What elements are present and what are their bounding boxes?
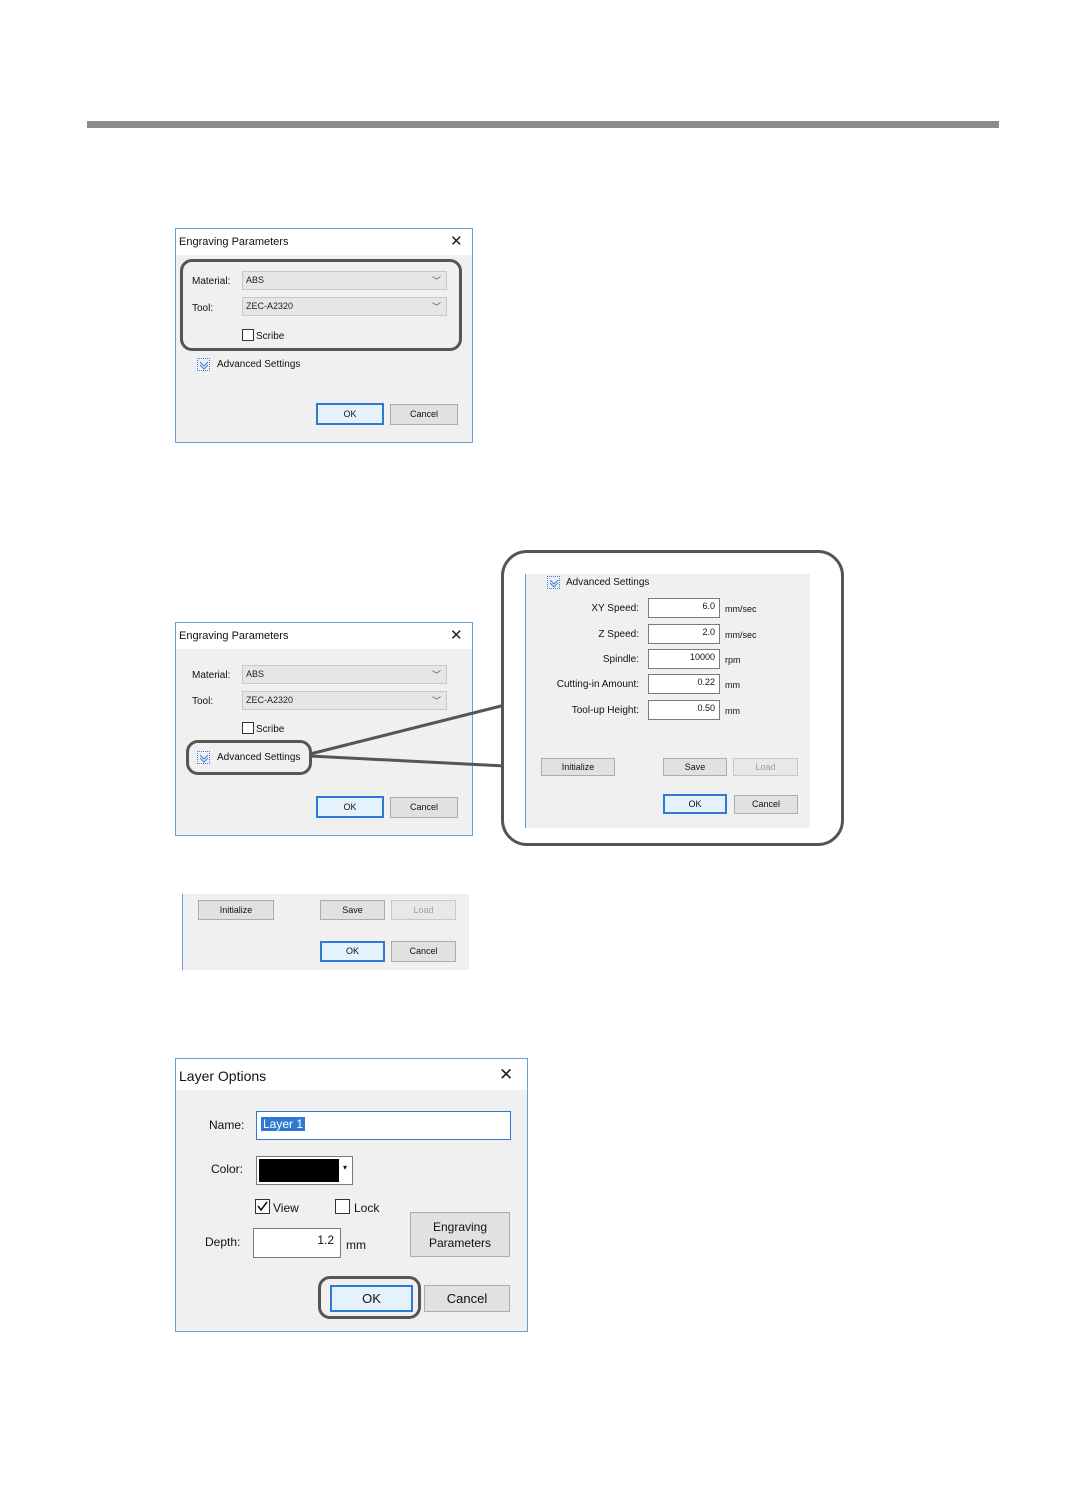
view-label: View [273, 1201, 299, 1215]
z-speed-unit: mm/sec [725, 630, 757, 640]
tool-value: ZEC-A2320 [246, 695, 294, 705]
page-top-rule [87, 121, 999, 128]
ok-button[interactable]: OK [320, 941, 385, 962]
engraving-button-line-1: Engraving [432, 1220, 488, 1234]
xy-speed-unit: mm/sec [725, 604, 757, 614]
cutting-in-amount-label: Cutting-in Amount: [556, 679, 639, 690]
dialog-button-strip: Initialize Save Load OK Cancel [182, 894, 469, 970]
z-speed-input[interactable]: 2.0 [648, 624, 720, 644]
save-button[interactable]: Save [320, 900, 385, 920]
view-checkbox[interactable] [255, 1199, 270, 1214]
ok-button[interactable]: OK [316, 796, 384, 818]
cutting-in-amount-unit: mm [725, 680, 740, 690]
material-select[interactable]: ABS ﹀ [242, 665, 447, 684]
engraving-parameters-button[interactable]: Engraving Parameters [410, 1212, 510, 1257]
cutting-in-amount-input[interactable]: 0.22 [648, 674, 720, 694]
name-label: Name: [209, 1118, 245, 1132]
cancel-button[interactable]: Cancel [424, 1285, 510, 1312]
cancel-button[interactable]: Cancel [390, 404, 458, 425]
advanced-settings-panel: Advanced Settings XY Speed: 6.0 mm/sec Z… [525, 574, 810, 828]
save-button[interactable]: Save [663, 758, 727, 776]
spindle-label: Spindle: [602, 654, 639, 665]
tool-up-height-label: Tool-up Height: [571, 705, 639, 716]
dialog-title: Engraving Parameters [179, 630, 289, 642]
advanced-settings-toggle-icon[interactable] [197, 358, 210, 371]
advanced-settings-toggle-icon[interactable] [547, 576, 560, 589]
material-value: ABS [246, 669, 265, 679]
cancel-button[interactable]: Cancel [734, 795, 798, 814]
load-button[interactable]: Load [733, 758, 798, 776]
material-tool-highlight-frame [180, 259, 462, 351]
close-icon[interactable]: ✕ [499, 1066, 513, 1083]
title-bar: Layer Options ✕ [176, 1059, 527, 1090]
spindle-unit: rpm [725, 655, 741, 665]
depth-label: Depth: [205, 1235, 241, 1249]
lock-checkbox[interactable] [335, 1199, 350, 1214]
lock-label: Lock [354, 1201, 380, 1215]
engraving-button-line-2: Parameters [428, 1236, 492, 1250]
ok-button[interactable]: OK [663, 794, 727, 814]
close-icon[interactable]: ✕ [450, 628, 463, 643]
scribe-checkbox[interactable] [242, 722, 254, 734]
advanced-settings-label[interactable]: Advanced Settings [217, 359, 300, 370]
title-bar: Engraving Parameters ✕ [176, 229, 472, 255]
xy-speed-input[interactable]: 6.0 [648, 598, 720, 618]
dialog-title: Engraving Parameters [179, 236, 289, 248]
tool-label: Tool: [192, 696, 214, 707]
scribe-label: Scribe [256, 724, 285, 735]
chevron-down-icon: ﹀ [431, 670, 441, 680]
color-label: Color: [211, 1162, 244, 1176]
ok-button-highlight-frame [318, 1276, 421, 1319]
depth-input[interactable]: 1.2 [253, 1228, 341, 1258]
depth-unit: mm [346, 1238, 366, 1252]
cancel-button[interactable]: Cancel [390, 797, 458, 818]
ok-button[interactable]: OK [316, 403, 384, 425]
tool-up-height-input[interactable]: 0.50 [648, 700, 720, 720]
tool-up-height-unit: mm [725, 706, 740, 716]
cancel-button[interactable]: Cancel [391, 941, 456, 962]
advanced-settings-label[interactable]: Advanced Settings [566, 577, 649, 588]
spindle-input[interactable]: 10000 [648, 649, 720, 669]
material-label: Material: [192, 670, 231, 681]
callout-connector [309, 703, 506, 768]
dialog-title: Layer Options [179, 1068, 267, 1084]
color-dropdown-arrow-icon[interactable]: ▾ [343, 1163, 347, 1172]
name-input[interactable]: Layer 1 [256, 1111, 511, 1140]
color-picker[interactable]: ▾ [256, 1156, 353, 1185]
color-swatch [259, 1159, 339, 1182]
title-bar: Engraving Parameters ✕ [176, 623, 472, 649]
advanced-settings-highlight-frame [186, 740, 312, 775]
initialize-button[interactable]: Initialize [198, 900, 274, 920]
load-button[interactable]: Load [391, 900, 456, 920]
close-icon[interactable]: ✕ [450, 234, 463, 249]
initialize-button[interactable]: Initialize [541, 758, 615, 776]
z-speed-label: Z Speed: [598, 629, 639, 640]
name-input-selected-text: Layer 1 [261, 1117, 306, 1131]
xy-speed-label: XY Speed: [591, 603, 639, 614]
